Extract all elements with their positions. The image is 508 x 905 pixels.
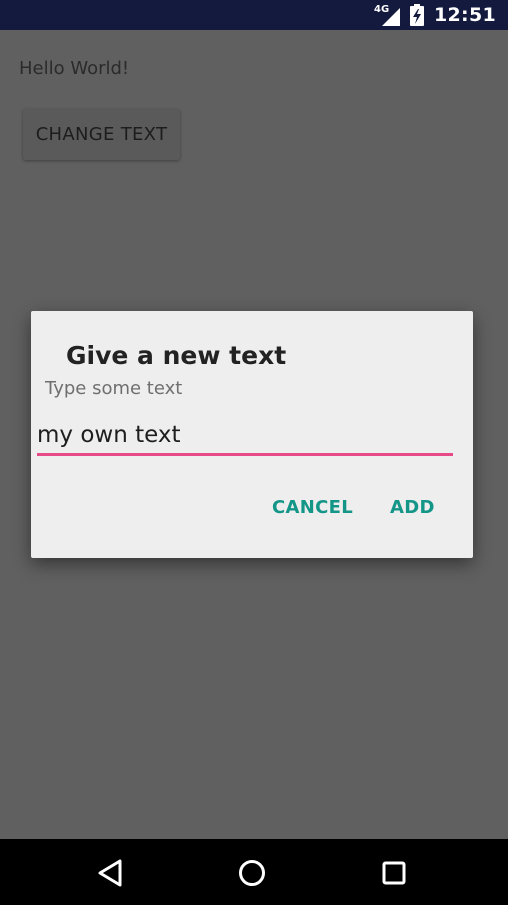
navigation-bar [0,839,508,905]
change-text-button[interactable]: CHANGE TEXT [23,109,180,160]
back-icon[interactable] [92,855,128,891]
text-dialog: Give a new text Type some text CANCEL AD… [31,311,473,558]
dialog-title: Give a new text [66,341,287,370]
status-bar: 4G 12:51 [0,0,508,30]
signal-icon: 4G [374,4,401,26]
status-icons: 4G 12:51 [374,0,496,30]
cancel-button[interactable]: CANCEL [272,497,353,518]
dialog-message: Type some text [45,378,183,399]
home-icon[interactable] [234,855,270,891]
text-input[interactable] [37,417,453,456]
recents-icon[interactable] [376,855,412,891]
add-button[interactable]: ADD [390,497,435,518]
battery-charging-icon [410,4,425,26]
status-time: 12:51 [434,4,496,26]
hello-text: Hello World! [19,58,130,79]
